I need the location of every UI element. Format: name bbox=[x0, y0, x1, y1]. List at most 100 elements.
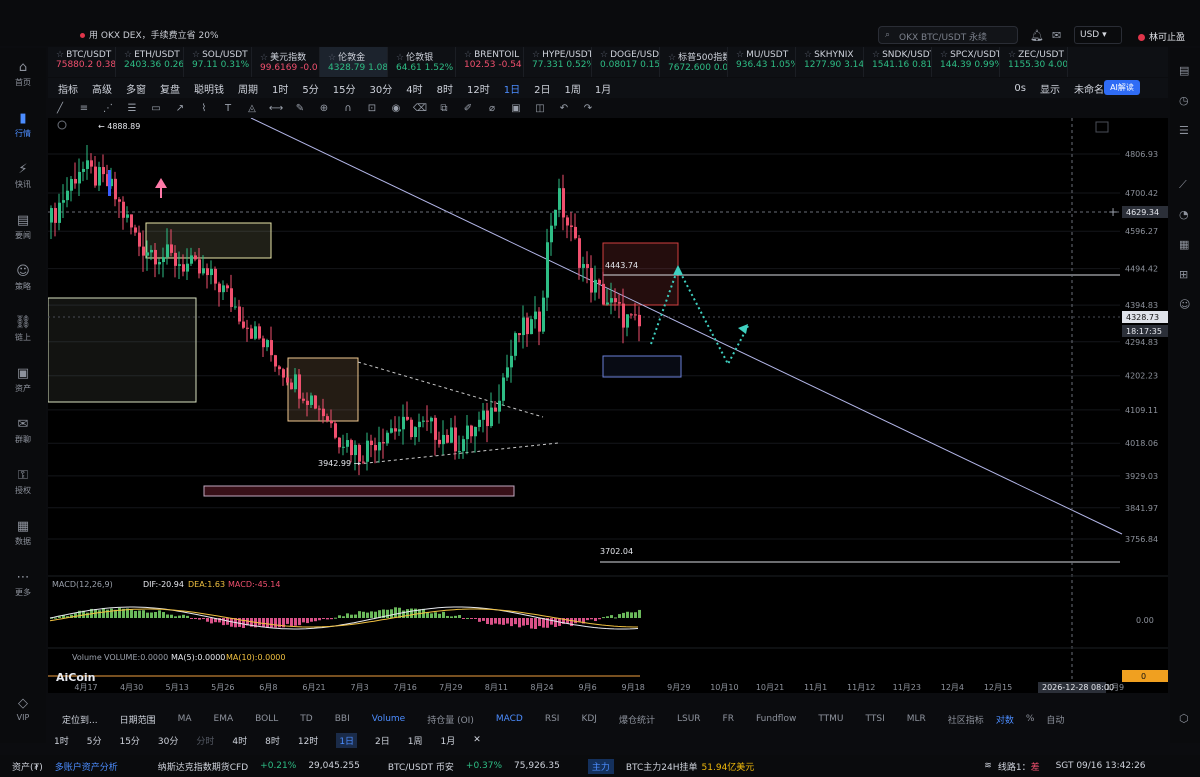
star-icon[interactable]: ☆ bbox=[600, 50, 608, 60]
asset-label[interactable]: 资产(₮) bbox=[12, 760, 43, 773]
indicator-tab[interactable]: TTMU bbox=[818, 714, 843, 724]
eraser-tool-icon[interactable]: ⌀ bbox=[480, 103, 504, 114]
ai-analysis-button[interactable]: AI解读 bbox=[1104, 80, 1140, 95]
indicator-tab[interactable]: RSI bbox=[545, 714, 560, 724]
star-icon[interactable]: ☆ bbox=[396, 53, 404, 63]
interval-button[interactable]: 分时 bbox=[196, 734, 214, 747]
toolbar-item[interactable]: 高级 bbox=[92, 81, 112, 96]
toolbar-item[interactable]: 8时 bbox=[437, 81, 453, 96]
star-icon[interactable]: ☆ bbox=[872, 50, 880, 60]
sidebar-item-4[interactable]: ▤ 要闻 bbox=[0, 213, 46, 241]
toolbar-item[interactable]: 4时 bbox=[406, 81, 422, 96]
star-icon[interactable]: ☆ bbox=[328, 53, 336, 63]
brush-tool-icon[interactable]: ✎ bbox=[288, 103, 312, 114]
sidebar-item-7[interactable]: ▣ 资产 bbox=[0, 366, 46, 394]
ticker-item[interactable]: ☆ ZEC/USDT 1155.30 4.00 bbox=[1000, 47, 1068, 77]
pie-icon[interactable]: ◔ bbox=[1179, 208, 1189, 221]
sidebar-item-9[interactable]: ⚿ 授权 bbox=[0, 468, 46, 496]
arrow-tool-icon[interactable]: ↗ bbox=[168, 103, 192, 114]
interval-button[interactable]: 2日 bbox=[375, 734, 390, 747]
ticker-item[interactable]: ☆ SNDK/USDT 1541.16 0.81 bbox=[864, 47, 932, 77]
interval-button[interactable]: 12时 bbox=[298, 734, 318, 747]
interval-button[interactable]: 1月 bbox=[441, 734, 456, 747]
indicator-tab[interactable]: MA bbox=[178, 714, 192, 724]
line-tool-icon[interactable]: ╱ bbox=[48, 103, 72, 114]
magnet-tool-icon[interactable]: ∩ bbox=[336, 103, 360, 114]
robot-icon[interactable]: ☺ bbox=[1179, 298, 1190, 311]
bottom-right-control[interactable]: 自动 bbox=[1046, 713, 1064, 726]
chart-line-icon[interactable]: ⟋ bbox=[1179, 178, 1187, 192]
ticker-item[interactable]: ☆ SKHYNIX 1277.90 3.14 bbox=[796, 47, 864, 77]
toolbar-item[interactable]: 1月 bbox=[595, 81, 611, 96]
measure-tool-icon[interactable]: ⟷ bbox=[264, 103, 288, 114]
toolbar-item[interactable]: 聪明钱 bbox=[194, 81, 224, 96]
sidebar-item-1[interactable]: ⌂ 首页 bbox=[0, 60, 46, 88]
sidebar-item-10[interactable]: ▦ 数据 bbox=[0, 519, 46, 547]
star-icon[interactable]: ☆ bbox=[532, 50, 540, 60]
indicator-tab[interactable]: TD bbox=[300, 714, 312, 724]
multi-account-link[interactable]: 多账户资产分析 bbox=[55, 760, 118, 773]
star-icon[interactable]: ☆ bbox=[464, 50, 472, 60]
group-tool-icon[interactable]: ▣ bbox=[504, 103, 528, 114]
indicator-tab[interactable]: BOLL bbox=[255, 714, 278, 724]
toolbar-item[interactable]: 30分 bbox=[369, 81, 392, 96]
toolbar-item[interactable]: 1日 bbox=[504, 81, 520, 96]
ticker-item[interactable]: ☆ SOL/USDT 97.11 0.31% bbox=[184, 47, 252, 77]
calc-icon[interactable]: ⊞ bbox=[1179, 268, 1188, 281]
toolbar-item[interactable]: 2日 bbox=[534, 81, 550, 96]
indicator-tab[interactable]: MLR bbox=[907, 714, 926, 724]
candlestick-chart[interactable]: 4443.74 3702.04 ← 4888.89 3942.99 → 4806.93 4… bbox=[48, 118, 1168, 693]
toolbar-item[interactable]: 指标 bbox=[58, 81, 78, 96]
toolbar-right-item[interactable]: 显示 bbox=[1040, 81, 1060, 96]
interval-button[interactable]: 30分 bbox=[158, 734, 178, 747]
ticker-item[interactable]: ☆SPCX/USDT144.39 0.99% bbox=[932, 47, 1000, 77]
sidebar-item-3[interactable]: ⚡ 快讯 bbox=[0, 162, 46, 190]
indicator-tab[interactable]: Volume bbox=[372, 714, 405, 724]
sidebar-item-8[interactable]: ✉ 群聊 bbox=[0, 417, 46, 445]
calendar-icon[interactable]: ▦ bbox=[1179, 238, 1189, 251]
eye-tool-icon[interactable]: ◉ bbox=[384, 103, 408, 114]
rect-tool-icon[interactable]: ▭ bbox=[144, 103, 168, 114]
toolbar-item[interactable]: 15分 bbox=[333, 81, 356, 96]
clock-icon[interactable]: ◷ bbox=[1179, 94, 1189, 107]
indicator-tab[interactable]: TTSI bbox=[866, 714, 885, 724]
toolbar-item[interactable]: 5分 bbox=[302, 81, 318, 96]
sidebar-item-11[interactable]: ⋯ 更多 bbox=[0, 570, 46, 598]
toolbar-item[interactable]: 复盘 bbox=[160, 81, 180, 96]
interval-button[interactable]: 4时 bbox=[232, 734, 247, 747]
undo-icon[interactable]: ↶ bbox=[552, 103, 576, 114]
zoom-tool-icon[interactable]: ⊕ bbox=[312, 103, 336, 114]
path-tool-icon[interactable]: ⌇ bbox=[192, 103, 216, 114]
star-icon[interactable]: ☆ bbox=[940, 50, 948, 60]
indicator-tab[interactable]: 持仓量 (OI) bbox=[427, 713, 474, 726]
layers-tool-icon[interactable]: ◫ bbox=[528, 103, 552, 114]
star-icon[interactable]: ☆ bbox=[804, 50, 812, 60]
btc-label[interactable]: BTC/USDT 币安 bbox=[388, 760, 454, 773]
ticker-item[interactable]: ☆ 伦敦银 64.61 1.52% bbox=[388, 47, 456, 77]
bottom-right-control[interactable]: 对数 bbox=[996, 713, 1014, 726]
text-tool-icon[interactable]: T bbox=[216, 103, 240, 114]
mail-icon[interactable]: ✉ bbox=[1052, 29, 1061, 42]
interval-button[interactable]: 1时 bbox=[54, 734, 69, 747]
interval-button[interactable]: 8时 bbox=[265, 734, 280, 747]
star-icon[interactable]: ☆ bbox=[56, 50, 64, 60]
lock-tool-icon[interactable]: ⊡ bbox=[360, 103, 384, 114]
community-icon[interactable]: ⬡ bbox=[1179, 712, 1189, 725]
search-input[interactable]: ⌕ OKX BTC/USDT 永续 bbox=[878, 26, 1018, 44]
fib-tool-icon[interactable]: ☰ bbox=[120, 103, 144, 114]
bell-icon[interactable]: 🔔︎ bbox=[1030, 29, 1044, 42]
sidebar-item-2[interactable]: ▮ 行情 bbox=[0, 111, 46, 139]
ticker-item[interactable]: ☆ BTC/USDT 75880.2 0.38 bbox=[48, 47, 116, 77]
interval-button[interactable]: 1日 bbox=[336, 732, 358, 748]
ticker-item[interactable]: ☆ 美元指数 99.6169 -0.0 bbox=[252, 47, 320, 77]
ticker-item[interactable]: ☆MU/USDT936.43 1.05% bbox=[728, 47, 796, 77]
star-icon[interactable]: ☆ bbox=[1008, 50, 1016, 60]
line-label[interactable]: 线路1： bbox=[998, 760, 1031, 773]
interval-button[interactable]: 5分 bbox=[87, 734, 102, 747]
ticker-item[interactable]: ☆DOGE/USDT0.08017 0.15 bbox=[592, 47, 660, 77]
indicator-tab[interactable]: Fundflow bbox=[756, 714, 796, 724]
currency-select[interactable]: USD ▾ bbox=[1074, 26, 1122, 44]
ticker-item[interactable]: ☆HYPE/USDT77.331 0.52% bbox=[524, 47, 592, 77]
close-icon[interactable]: ✕ bbox=[473, 735, 481, 745]
indicator-tab[interactable]: EMA bbox=[214, 714, 234, 724]
